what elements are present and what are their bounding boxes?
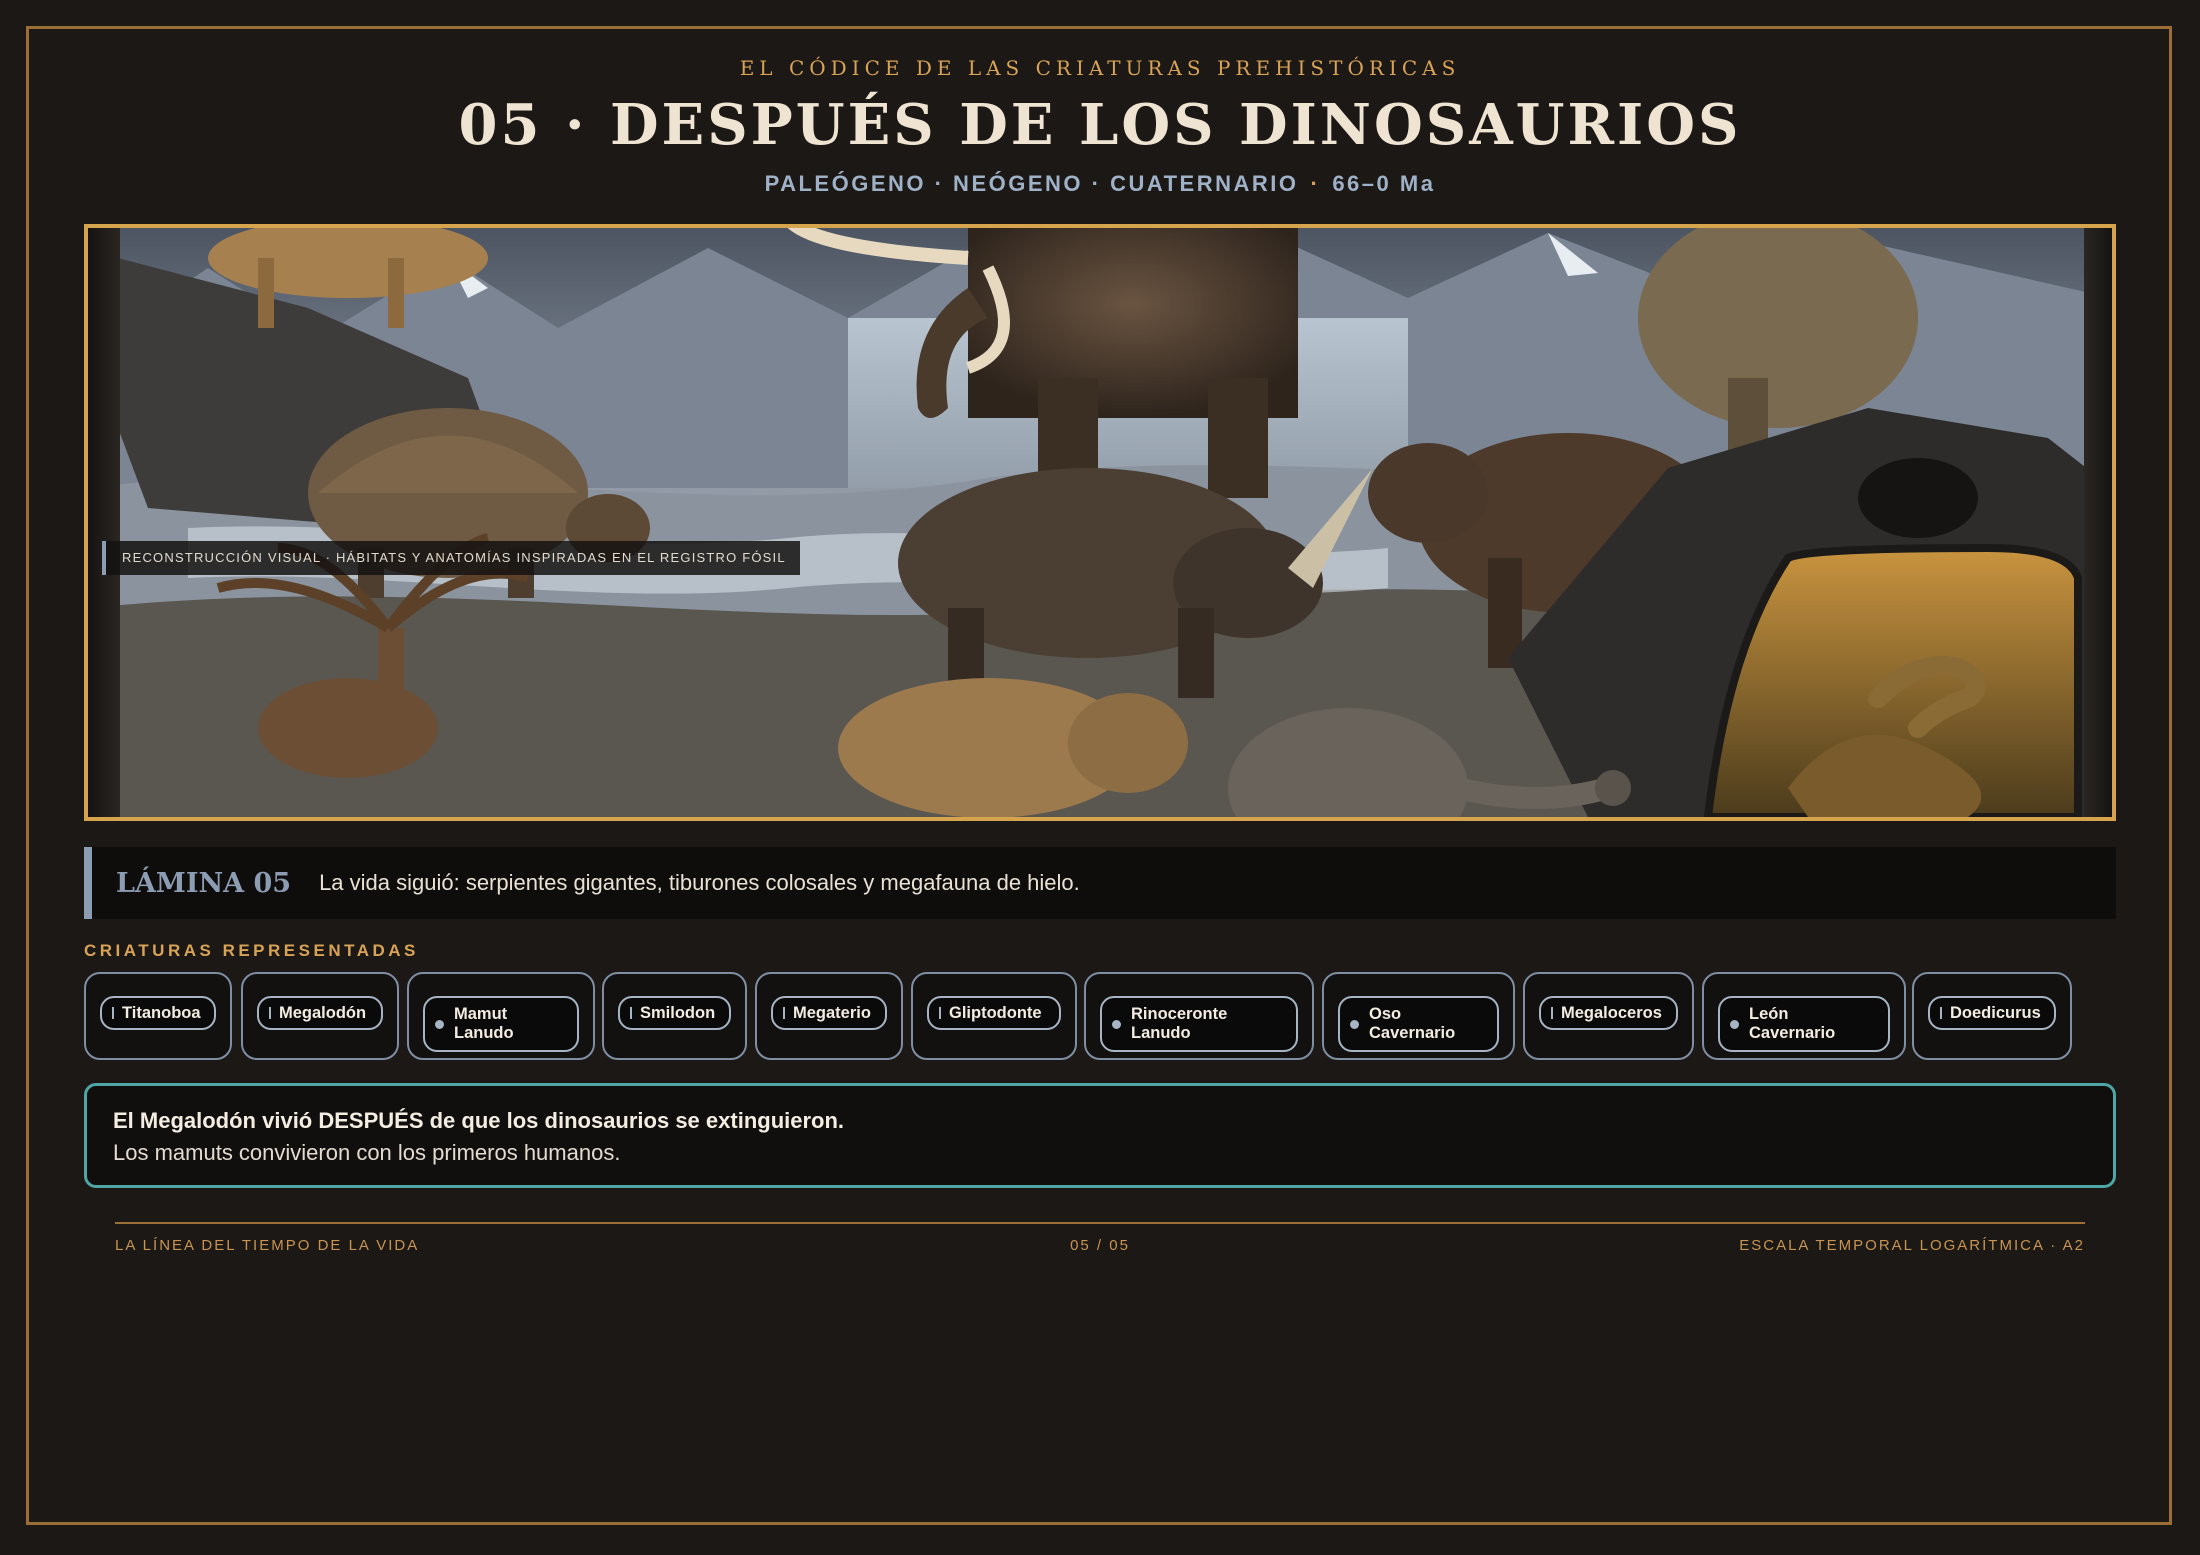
banner-left-edge	[88, 228, 120, 817]
creature-chip-gliptodonte[interactable]: Gliptodonte	[911, 972, 1077, 1060]
creature-pill: León Cavernario	[1718, 996, 1890, 1052]
lamina-number: LÁMINA 05	[116, 867, 292, 899]
bar-marker-icon	[112, 1007, 114, 1019]
periods-text: PALEÓGENO · NEÓGENO · CUATERNARIO	[764, 171, 1299, 196]
bar-marker-icon	[630, 1007, 632, 1019]
bar-marker-icon	[269, 1007, 271, 1019]
period-subtitle: PALEÓGENO · NEÓGENO · CUATERNARIO · 66–0 M…	[0, 171, 2200, 197]
creature-pill: Mamut Lanudo	[423, 996, 579, 1052]
bar-marker-icon	[1940, 1007, 1942, 1019]
creature-name: Doedicurus	[1950, 1003, 2041, 1022]
creature-name: Megaterio	[793, 1003, 871, 1022]
bar-marker-icon	[939, 1007, 941, 1019]
creature-name: Smilodon	[640, 1003, 716, 1022]
creature-pill: Megaterio	[771, 996, 887, 1030]
creature-name: Oso Cavernario	[1369, 1005, 1456, 1042]
creature-name: Megaloceros	[1561, 1003, 1662, 1022]
creature-name: León Cavernario	[1749, 1005, 1836, 1042]
illustration-caption: RECONSTRUCCIÓN VISUAL · HÁBITATS Y ANATO…	[102, 541, 800, 575]
creature-chip-doedicurus[interactable]: Doedicurus	[1912, 972, 2072, 1060]
dot-marker-icon	[435, 1019, 444, 1029]
creature-pill: Megalodón	[257, 996, 383, 1030]
footer-divider	[115, 1222, 2085, 1224]
creature-chip-mamut-lanudo[interactable]: Mamut Lanudo	[407, 972, 595, 1060]
creature-chip-oso-cavernario[interactable]: Oso Cavernario	[1322, 972, 1515, 1060]
dot-marker-icon	[1350, 1019, 1359, 1029]
creature-pill: Rinoceronte Lanudo	[1100, 996, 1298, 1052]
creature-chip-rinoceronte-lanudo[interactable]: Rinoceronte Lanudo	[1084, 972, 1314, 1060]
megafauna-scene	[88, 228, 2112, 817]
lamina-bar: LÁMINA 05 La vida siguió: serpientes gig…	[84, 847, 2116, 919]
creature-name: Gliptodonte	[949, 1003, 1042, 1022]
creature-pill: Titanoboa	[100, 996, 216, 1030]
creature-pill: Doedicurus	[1928, 996, 2056, 1030]
creature-pill: Smilodon	[618, 996, 731, 1030]
age-range: 66–0 Ma	[1332, 171, 1436, 196]
dot-marker-icon	[1112, 1019, 1121, 1029]
fact-line-1: El Megalodón vivió DESPUÉS de que los di…	[113, 1108, 845, 1133]
creature-chip-titanoboa[interactable]: Titanoboa	[84, 972, 232, 1060]
creature-name: Rinoceronte Lanudo	[1131, 1005, 1228, 1042]
banner-right-edge	[2084, 228, 2112, 817]
facts-box: El Megalodón vivió DESPUÉS de que los di…	[84, 1083, 2116, 1188]
creature-name: Mamut Lanudo	[454, 1005, 514, 1042]
creature-name: Megalodón	[279, 1003, 367, 1022]
creature-name: Titanoboa	[122, 1003, 201, 1022]
creature-chip-smilodon[interactable]: Smilodon	[602, 972, 747, 1060]
bar-marker-icon	[1551, 1007, 1553, 1019]
creature-chip-megaterio[interactable]: Megaterio	[755, 972, 903, 1060]
page-title: 05 · DESPUÉS DE LOS DINOSAURIOS	[458, 92, 1742, 158]
creature-pill: Oso Cavernario	[1338, 996, 1499, 1052]
creature-chip-megaloceros[interactable]: Megaloceros	[1523, 972, 1694, 1060]
creature-pill: Gliptodonte	[927, 996, 1061, 1030]
creature-pill: Megaloceros	[1539, 996, 1678, 1030]
subtitle-separator: ·	[1310, 171, 1321, 196]
fact-line-2: Los mamuts convivieron con los primeros …	[113, 1140, 621, 1165]
lamina-text: La vida siguió: serpientes gigantes, tib…	[319, 870, 1080, 895]
series-title: EL CÓDICE DE LAS CRIATURAS PREHISTÓRICAS	[739, 56, 1461, 80]
footer-right: ESCALA TEMPORAL LOGARÍTMICA · A2	[1739, 1237, 2085, 1254]
creature-chip-leon-cavernario[interactable]: León Cavernario	[1702, 972, 1906, 1060]
creature-chip-megalodon[interactable]: Megalodón	[241, 972, 399, 1060]
dot-marker-icon	[1730, 1019, 1739, 1029]
creatures-label: CRIATURAS REPRESENTADAS	[84, 941, 419, 960]
bar-marker-icon	[783, 1007, 785, 1019]
illustration-banner	[84, 224, 2116, 821]
